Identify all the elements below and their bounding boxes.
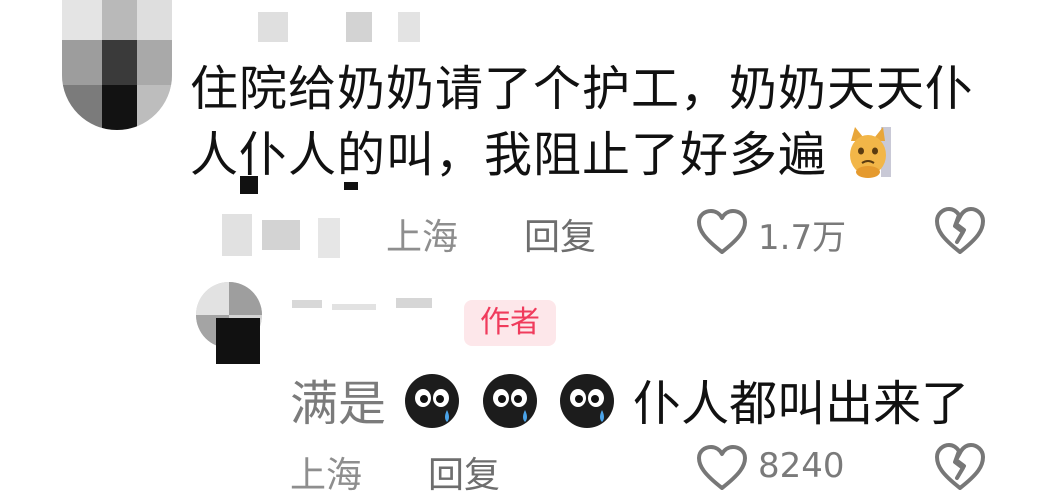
time-blurred bbox=[222, 214, 252, 256]
blur-fragment bbox=[240, 176, 258, 194]
comment-text: 住院给奶奶请了个护工，奶奶天天仆 人仆人的叫，我阻止了好多遍 bbox=[190, 56, 1010, 188]
cat-icon bbox=[847, 125, 892, 179]
reply-text-suffix: 仆人都叫出来了 bbox=[633, 376, 970, 432]
reply-text-prefix: 满是 bbox=[290, 376, 387, 432]
time-blurred bbox=[262, 220, 300, 250]
reply-like-count: 8240 bbox=[758, 446, 845, 486]
comment-line-2: 人仆人的叫，我阻止了好多遍 bbox=[190, 122, 1010, 188]
crying-face-icon bbox=[403, 372, 461, 430]
reply-location: 上海 bbox=[290, 455, 363, 496]
time-blurred bbox=[318, 218, 340, 258]
commenter-name-blurred[interactable] bbox=[346, 12, 372, 42]
like-heart-icon[interactable] bbox=[696, 208, 748, 256]
comment-like-count: 1.7万 bbox=[758, 218, 847, 258]
comment-reply-button[interactable]: 回复 bbox=[524, 208, 596, 260]
like-heart-icon[interactable] bbox=[696, 444, 748, 492]
dislike-broken-heart-icon[interactable] bbox=[934, 206, 986, 256]
reply-reply-button[interactable]: 回复 bbox=[428, 446, 500, 498]
comment-location: 上海 bbox=[386, 217, 459, 258]
reply-text: 满是 仆人都叫出来了 bbox=[290, 372, 969, 434]
blur-fragment bbox=[344, 182, 358, 190]
author-name-blurred[interactable] bbox=[292, 300, 322, 308]
commenter-name-blurred[interactable] bbox=[258, 12, 288, 42]
dislike-broken-heart-icon[interactable] bbox=[934, 442, 986, 492]
crying-face-icon bbox=[558, 372, 616, 430]
comment-line-2-text: 人仆人的叫，我阻止了好多遍 bbox=[190, 127, 828, 183]
commenter-name-blurred[interactable] bbox=[398, 12, 420, 42]
author-name-blurred[interactable] bbox=[332, 304, 376, 310]
crying-face-icon bbox=[481, 372, 539, 430]
commenter-avatar[interactable] bbox=[62, 0, 172, 130]
author-name-blurred[interactable] bbox=[396, 298, 432, 308]
blur-fragment bbox=[216, 318, 260, 364]
comment-line-1: 住院给奶奶请了个护工，奶奶天天仆 bbox=[190, 61, 975, 117]
author-badge: 作者 bbox=[464, 300, 556, 346]
